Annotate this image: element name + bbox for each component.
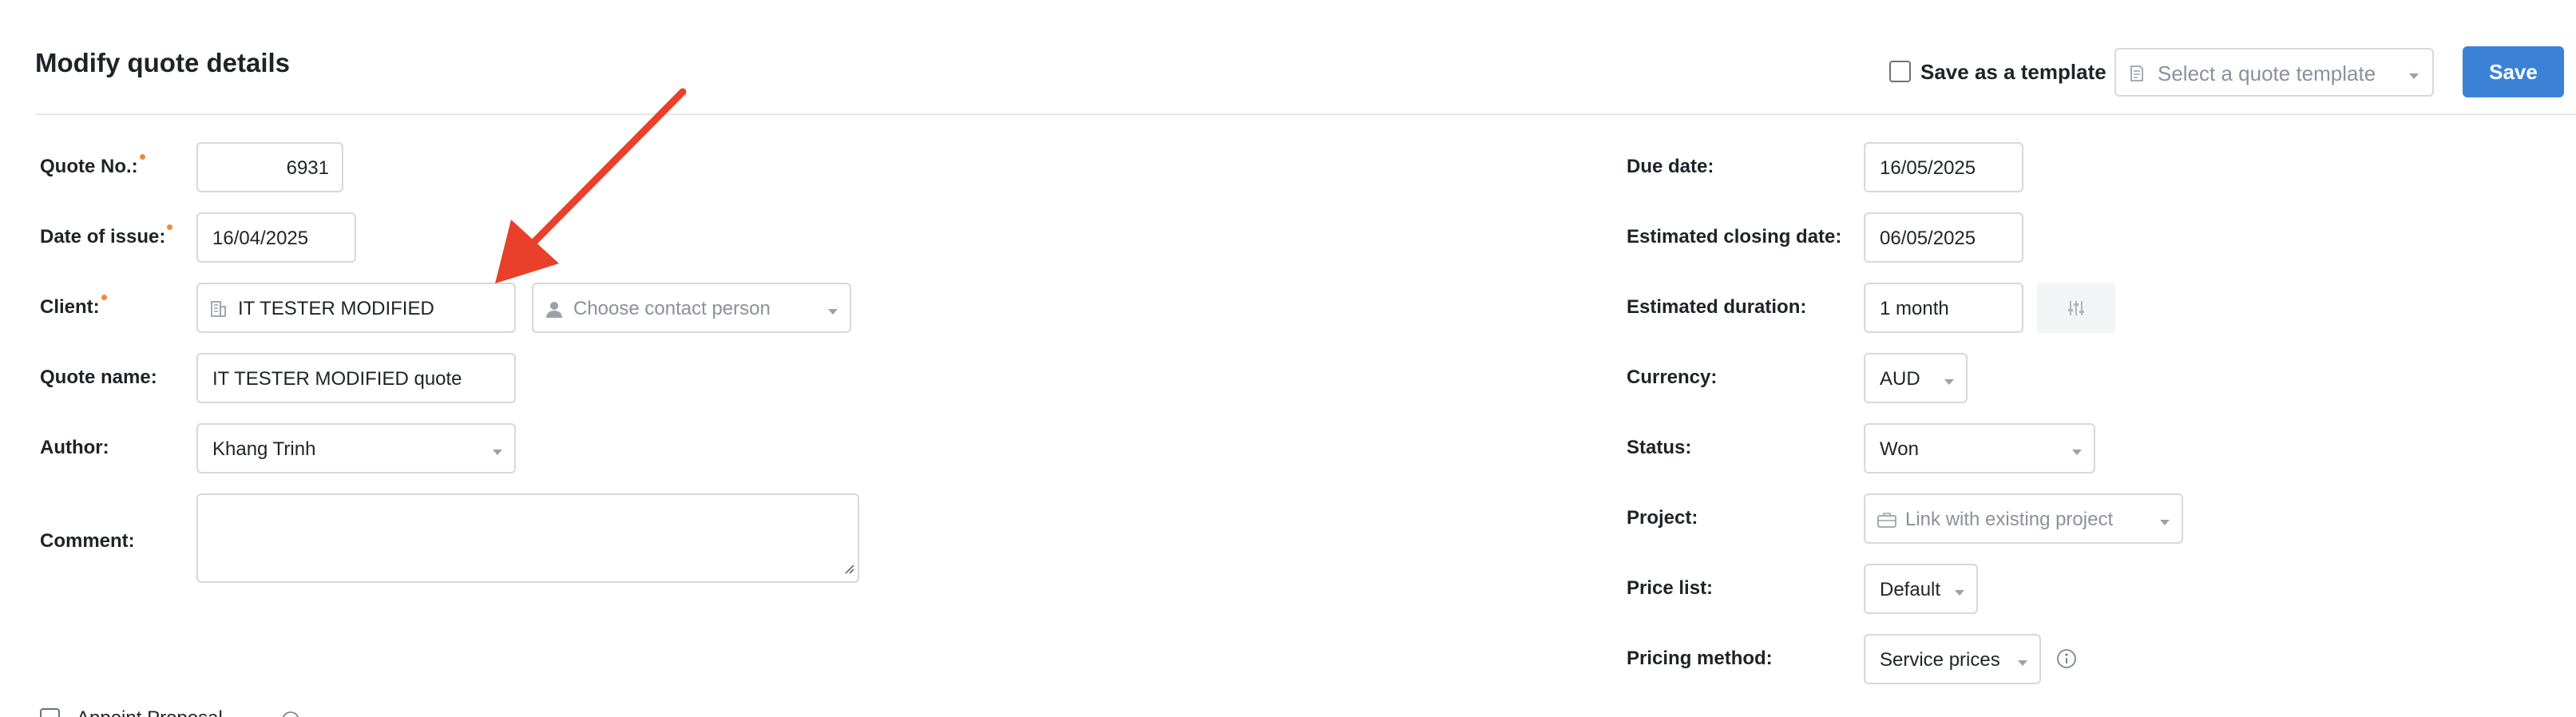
briefcase-icon [1877,510,1897,533]
comment-label: Comment: [40,530,135,552]
sliders-icon [2067,299,2086,322]
project-label: Project: [1627,507,1698,529]
person-icon [545,299,564,323]
page-title: Modify quote details [35,48,291,77]
client-label: Client: [40,295,107,319]
price-list-label: Price list: [1627,577,1714,599]
annotation-arrow-icon [479,80,695,299]
client-select[interactable]: IT TESTER MODIFIED [196,283,516,333]
info-icon[interactable] [2056,648,2077,673]
resize-handle-icon[interactable] [842,561,854,578]
save-button[interactable]: Save [2463,46,2564,97]
status-value: Won [1880,438,1919,460]
estimated-duration-value: 1 month [1880,298,1949,319]
pricing-method-value: Service prices [1880,649,2000,671]
currency-select[interactable]: AUD [1864,353,1968,403]
currency-label: Currency: [1627,366,1718,388]
chevron-down-icon [2071,446,2083,461]
quote-name-input[interactable]: IT TESTER MODIFIED quote [196,353,516,403]
client-value: IT TESTER MODIFIED [238,298,434,319]
due-date-input[interactable]: 16/05/2025 [1864,142,2023,192]
estimated-duration-input[interactable]: 1 month [1864,283,2023,333]
comment-textarea[interactable] [196,493,859,583]
currency-value: AUD [1880,368,1920,390]
author-label: Author: [40,437,109,458]
price-list-value: Default [1880,579,1941,600]
quote-no-value: 6931 [286,157,329,179]
required-marker [139,154,145,160]
chevron-down-icon [1944,376,1955,390]
header-divider [35,113,2576,115]
building-icon [209,299,227,323]
chevron-down-icon [2159,517,2170,531]
price-list-select[interactable]: Default [1864,564,1978,614]
estimated-closing-date-value: 06/05/2025 [1880,228,1976,249]
estimated-duration-label: Estimated duration: [1627,296,1807,318]
status-select[interactable]: Won [1864,423,2095,473]
required-marker [101,295,107,300]
author-value: Khang Trinh [212,438,316,460]
chevron-down-icon [2408,70,2419,85]
chevron-down-icon [827,306,838,320]
duration-settings-button[interactable] [2037,283,2115,333]
due-date-value: 16/05/2025 [1880,157,1976,179]
quote-no-label: Quote No.: [40,154,145,178]
pricing-method-label: Pricing method: [1627,648,1773,669]
document-template-icon [2127,64,2146,87]
chevron-down-icon [492,446,503,461]
chevron-down-icon [2017,657,2028,671]
date-of-issue-value: 16/04/2025 [212,228,309,249]
required-marker [167,224,173,230]
save-as-template-checkbox[interactable] [1889,61,1911,82]
estimated-closing-date-label: Estimated closing date: [1627,226,1842,248]
author-select[interactable]: Khang Trinh [196,423,516,473]
due-date-label: Due date: [1627,156,1714,177]
quote-template-select[interactable]: Select a quote template [2114,48,2434,97]
appoint-proposal-label: Appoint Proposal [77,707,223,717]
contact-person-placeholder: Choose contact person [573,298,771,319]
estimated-closing-date-input[interactable]: 06/05/2025 [1864,212,2023,263]
date-of-issue-label: Date of issue: [40,224,173,248]
date-of-issue-input[interactable]: 16/04/2025 [196,212,356,263]
chevron-down-icon [1954,587,1965,601]
project-select[interactable]: Link with existing project [1864,493,2183,544]
quote-no-input[interactable]: 6931 [196,142,343,192]
appoint-proposal-checkbox[interactable] [40,708,60,717]
quote-name-label: Quote name: [40,366,157,388]
quote-template-placeholder: Select a quote template [2158,61,2376,85]
save-as-template-label: Save as a template [1920,60,2106,84]
status-label: Status: [1627,437,1692,458]
quote-name-value: IT TESTER MODIFIED quote [212,368,462,390]
project-placeholder: Link with existing project [1905,509,2114,530]
info-icon[interactable] [281,711,300,717]
pricing-method-select[interactable]: Service prices [1864,634,2041,684]
